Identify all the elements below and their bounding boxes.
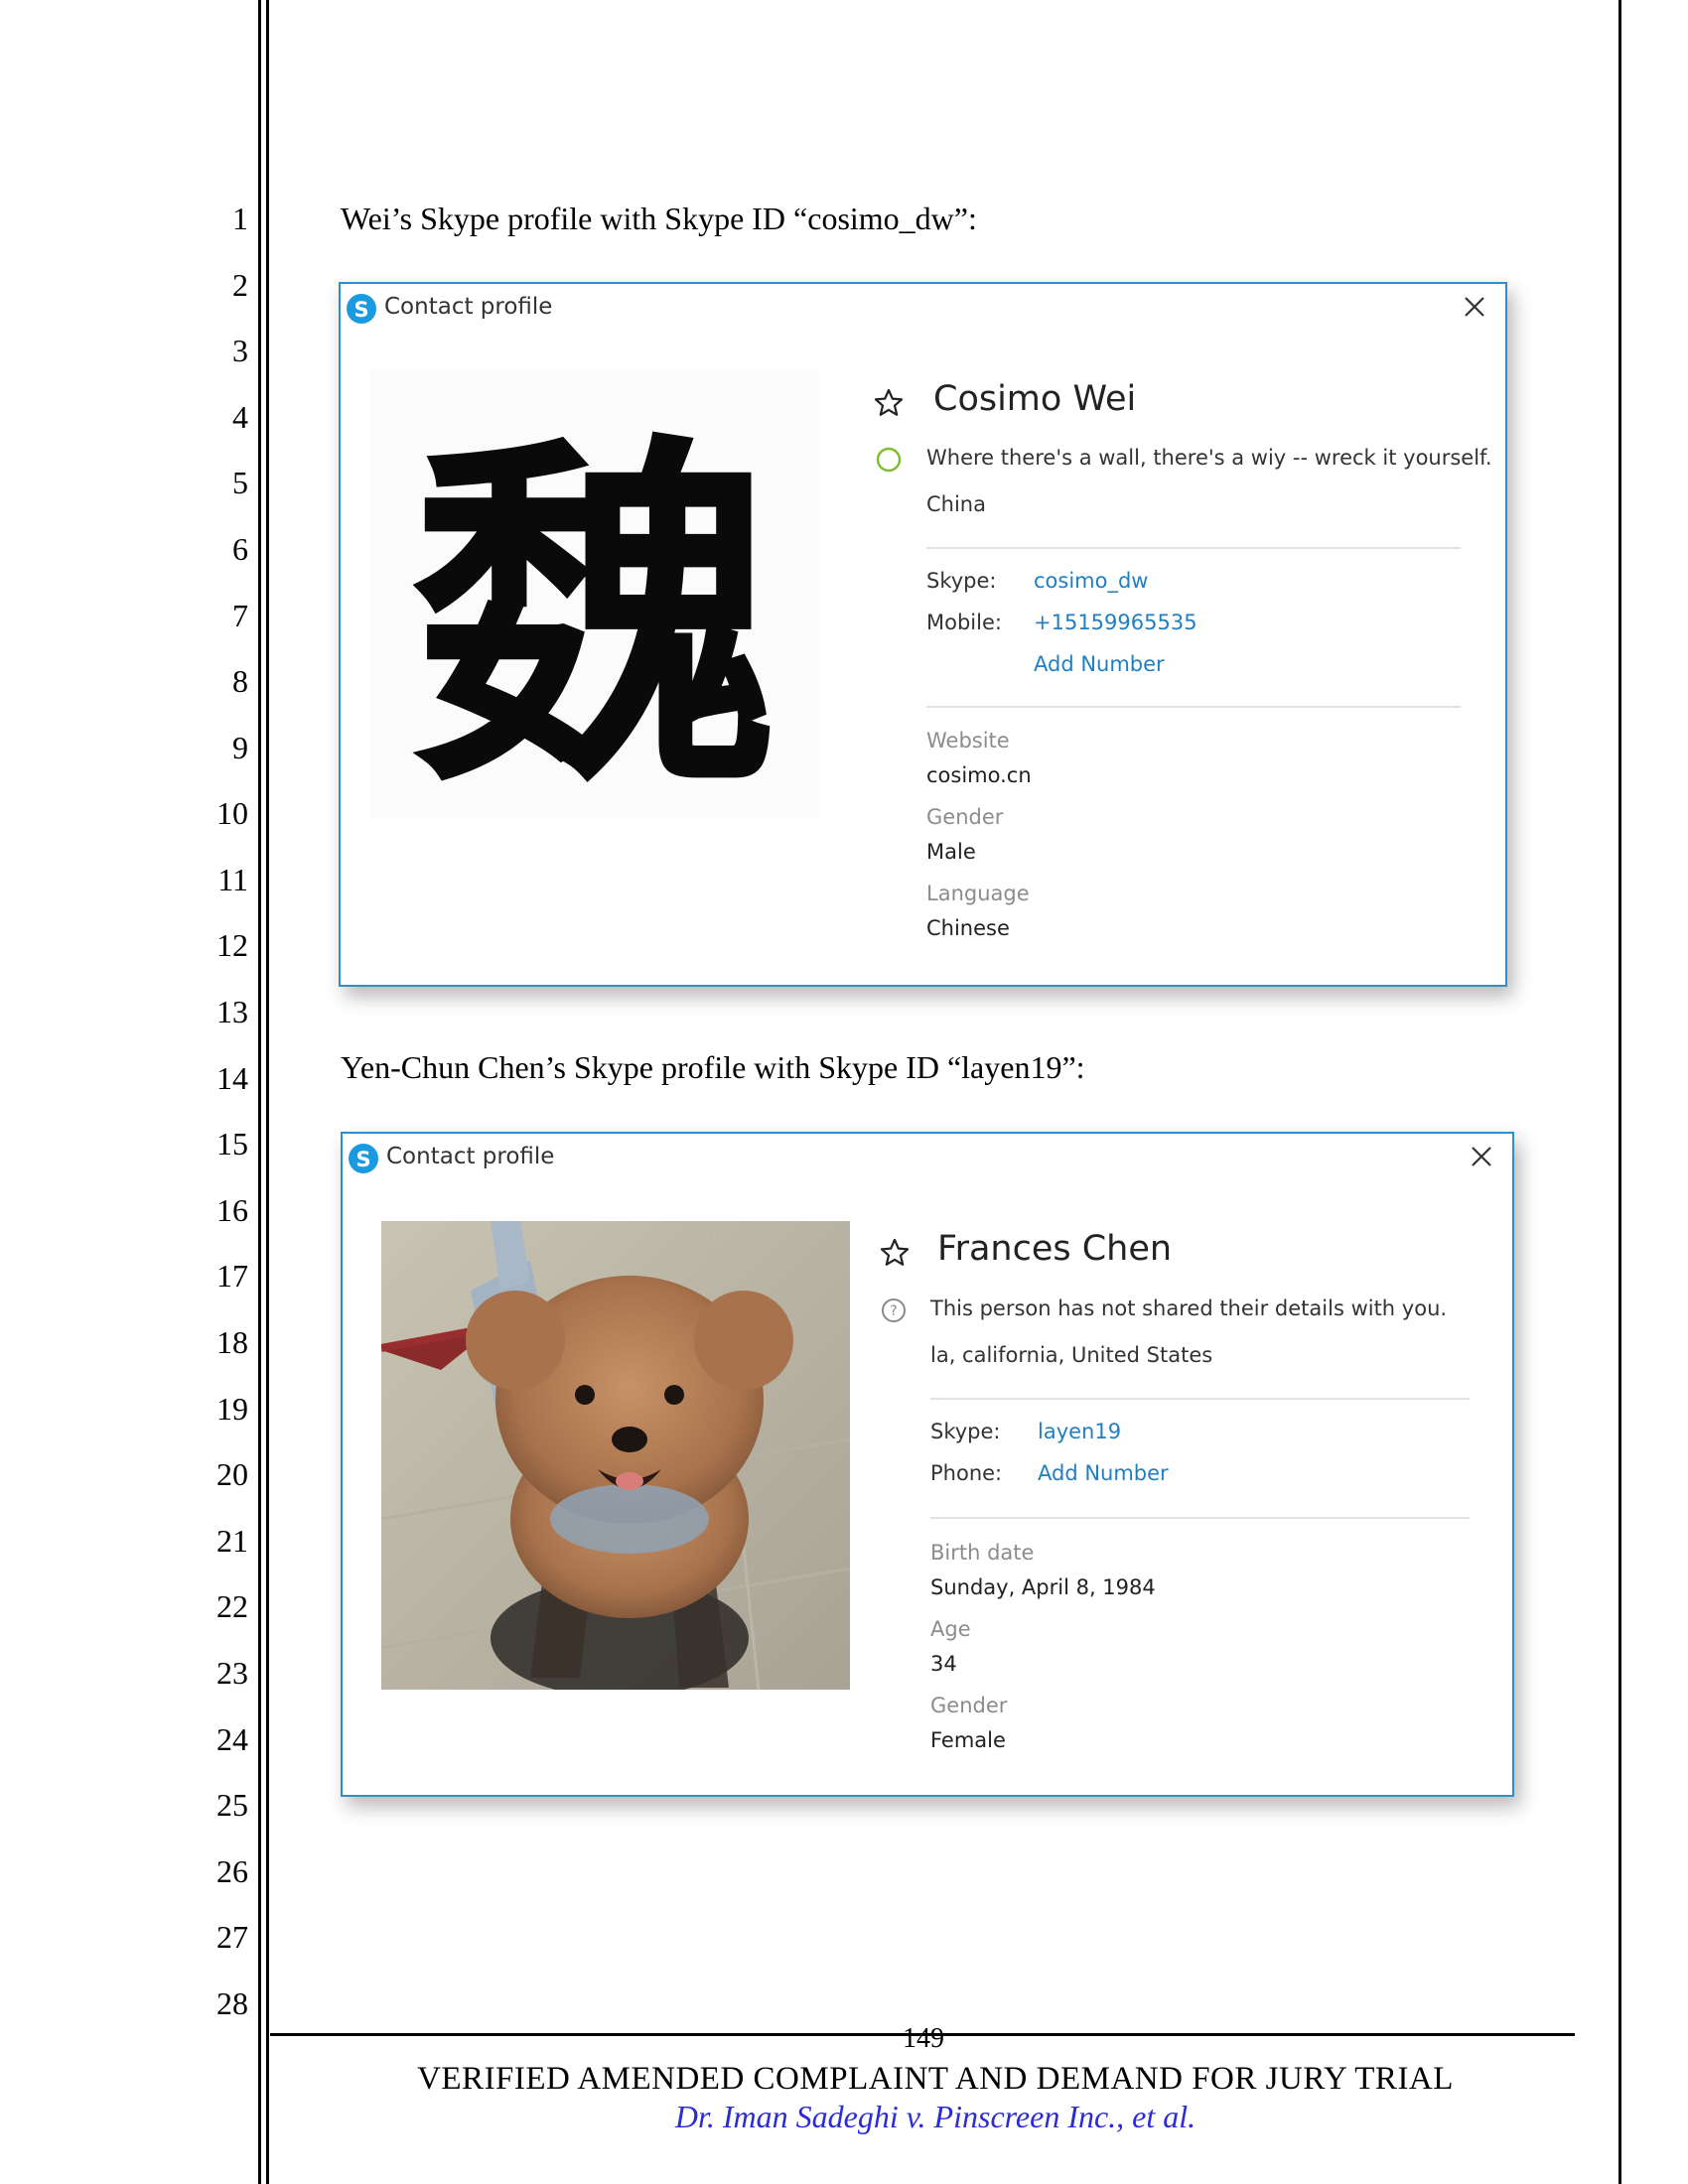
skype-id-link[interactable]: cosimo_dw bbox=[1034, 569, 1148, 593]
line-number: 21 bbox=[216, 1523, 248, 1559]
gender-value: Male bbox=[926, 840, 976, 864]
mobile-label: Mobile: bbox=[926, 611, 1002, 634]
line-number: 15 bbox=[216, 1126, 248, 1161]
line-number: 12 bbox=[216, 927, 248, 963]
line-number: 5 bbox=[232, 465, 248, 500]
line-number: 6 bbox=[232, 531, 248, 567]
line-number: 19 bbox=[216, 1391, 248, 1427]
contact-name: Frances Chen bbox=[937, 1229, 1173, 1269]
skype-logo-icon: S bbox=[349, 1144, 378, 1173]
line-number: 20 bbox=[216, 1456, 248, 1492]
language-label: Language bbox=[926, 882, 1030, 905]
mobile-number-link[interactable]: +15159965535 bbox=[1034, 611, 1197, 634]
line-number: 27 bbox=[216, 1919, 248, 1955]
website-value: cosimo.cn bbox=[926, 763, 1032, 787]
location: China bbox=[926, 492, 986, 516]
add-number-link[interactable]: Add Number bbox=[1034, 652, 1165, 676]
line-number: 25 bbox=[216, 1787, 248, 1823]
help-question-icon: ? bbox=[880, 1297, 908, 1324]
gender-label: Gender bbox=[926, 805, 1004, 829]
line-number: 11 bbox=[217, 862, 248, 897]
svg-text:?: ? bbox=[890, 1303, 897, 1319]
age-value: 34 bbox=[930, 1652, 957, 1676]
line-number: 3 bbox=[232, 333, 248, 368]
page-number: 149 bbox=[903, 2023, 944, 2054]
birth-date-label: Birth date bbox=[930, 1541, 1035, 1565]
avatar-glyph: 魏 bbox=[411, 407, 778, 818]
dialog-title: Contact profile bbox=[384, 294, 553, 320]
line-number: 7 bbox=[232, 598, 248, 633]
add-number-link[interactable]: Add Number bbox=[1038, 1461, 1169, 1485]
dialog-titlebar: S Contact profile bbox=[341, 284, 1505, 330]
skype-label: Skype: bbox=[926, 569, 997, 593]
close-icon[interactable] bbox=[1467, 1142, 1496, 1171]
dialog-titlebar: S Contact profile bbox=[343, 1134, 1512, 1179]
caption-wei-profile: Wei’s Skype profile with Skype ID “cosim… bbox=[341, 201, 977, 236]
skype-logo-icon: S bbox=[347, 294, 376, 324]
gender-value: Female bbox=[930, 1728, 1006, 1752]
line-number: 1 bbox=[232, 201, 248, 236]
phone-label: Phone: bbox=[930, 1461, 1003, 1485]
age-label: Age bbox=[930, 1617, 971, 1641]
skype-label: Skype: bbox=[930, 1420, 1001, 1443]
line-number: 14 bbox=[216, 1060, 248, 1096]
favorite-star-icon[interactable] bbox=[879, 1237, 911, 1269]
svg-text:S: S bbox=[353, 298, 368, 322]
gender-label: Gender bbox=[930, 1694, 1008, 1717]
favorite-star-icon[interactable] bbox=[873, 387, 905, 419]
footer-document-title: VERIFIED AMENDED COMPLAINT AND DEMAND FO… bbox=[417, 2061, 1454, 2097]
avatar-calligraphy: 魏 bbox=[370, 369, 819, 818]
website-label: Website bbox=[926, 729, 1010, 752]
footer-rule bbox=[270, 2033, 1575, 2036]
right-margin-rule bbox=[1618, 0, 1621, 2184]
line-number: 22 bbox=[216, 1588, 248, 1624]
line-number: 28 bbox=[216, 1985, 248, 2021]
line-number: 9 bbox=[232, 730, 248, 765]
footer-case-caption: Dr. Iman Sadeghi v. Pinscreen Inc., et a… bbox=[674, 2099, 1196, 2134]
mood-message: This person has not shared their details… bbox=[930, 1297, 1448, 1320]
avatar-dog-photo bbox=[381, 1221, 850, 1690]
svg-text:S: S bbox=[355, 1148, 370, 1171]
skype-id-link[interactable]: layen19 bbox=[1038, 1420, 1121, 1443]
line-number: 24 bbox=[216, 1721, 248, 1757]
birth-date-value: Sunday, April 8, 1984 bbox=[930, 1575, 1156, 1599]
line-number: 16 bbox=[216, 1192, 248, 1228]
line-number: 10 bbox=[216, 795, 248, 831]
left-margin-rule-inner bbox=[266, 0, 269, 2184]
language-value: Chinese bbox=[926, 916, 1010, 940]
line-numbers: 1 2 3 4 5 6 7 8 9 10 11 12 13 14 15 16 1… bbox=[0, 0, 248, 2085]
contact-name: Cosimo Wei bbox=[933, 379, 1137, 419]
line-number: 23 bbox=[216, 1655, 248, 1691]
dialog-title: Contact profile bbox=[386, 1144, 555, 1169]
line-number: 8 bbox=[232, 663, 248, 699]
line-number: 2 bbox=[232, 267, 248, 303]
line-number: 4 bbox=[232, 399, 248, 435]
contact-profile-dialog-frances: S Contact profile Frances Chen ? This pe… bbox=[341, 1132, 1514, 1797]
left-margin-rule-outer bbox=[258, 0, 261, 2184]
divider bbox=[930, 1517, 1470, 1519]
contact-profile-dialog-cosimo: S Contact profile 魏 Cosimo Wei Where the… bbox=[339, 282, 1507, 987]
divider bbox=[926, 706, 1461, 708]
line-number: 18 bbox=[216, 1324, 248, 1360]
line-number: 17 bbox=[216, 1258, 248, 1294]
close-icon[interactable] bbox=[1460, 292, 1489, 322]
line-number: 13 bbox=[216, 994, 248, 1029]
mood-message: Where there's a wall, there's a wiy -- w… bbox=[926, 446, 1492, 470]
location: la, california, United States bbox=[930, 1343, 1213, 1367]
divider bbox=[930, 1398, 1470, 1400]
line-number: 26 bbox=[216, 1853, 248, 1889]
caption-chen-profile: Yen-Chun Chen’s Skype profile with Skype… bbox=[341, 1049, 1085, 1085]
divider bbox=[926, 547, 1461, 549]
online-status-icon bbox=[875, 446, 903, 474]
